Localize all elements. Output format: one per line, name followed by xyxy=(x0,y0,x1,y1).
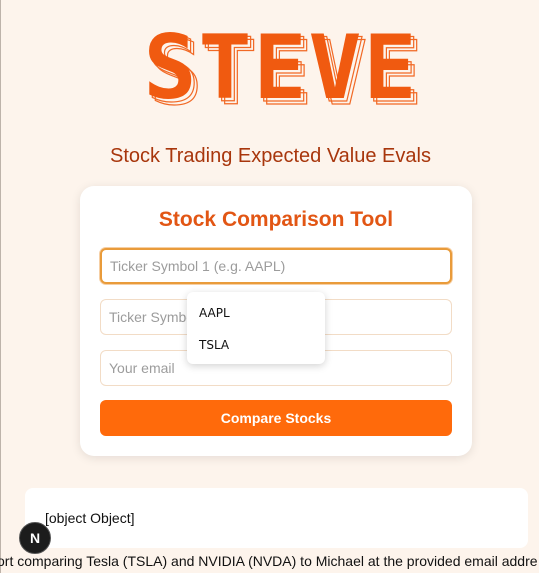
status-message: ort comparing Tesla (TSLA) and NVIDIA (N… xyxy=(0,553,538,569)
logo-text: STEVE xyxy=(144,30,419,106)
autocomplete-option-tsla[interactable]: TSLA xyxy=(199,338,229,352)
page-subtitle: Stock Trading Expected Value Evals xyxy=(110,145,431,167)
compare-stocks-button[interactable]: Compare Stocks xyxy=(100,400,452,436)
steve-logo: STEVE STEVE STEVE xyxy=(81,30,473,106)
n-badge-button[interactable]: N xyxy=(19,522,51,554)
autocomplete-dropdown: AAPL TSLA xyxy=(187,292,325,364)
ticker1-input[interactable] xyxy=(100,248,452,284)
card-title: Stock Comparison Tool xyxy=(158,208,394,231)
logo-graphic: STEVE STEVE STEVE xyxy=(144,30,424,106)
page: STEVE STEVE STEVE Stock Trading Expected… xyxy=(0,0,539,573)
result-panel: [object Object] xyxy=(25,488,528,548)
autocomplete-option-aapl[interactable]: AAPL xyxy=(199,306,230,320)
result-text: [object Object] xyxy=(45,510,135,526)
